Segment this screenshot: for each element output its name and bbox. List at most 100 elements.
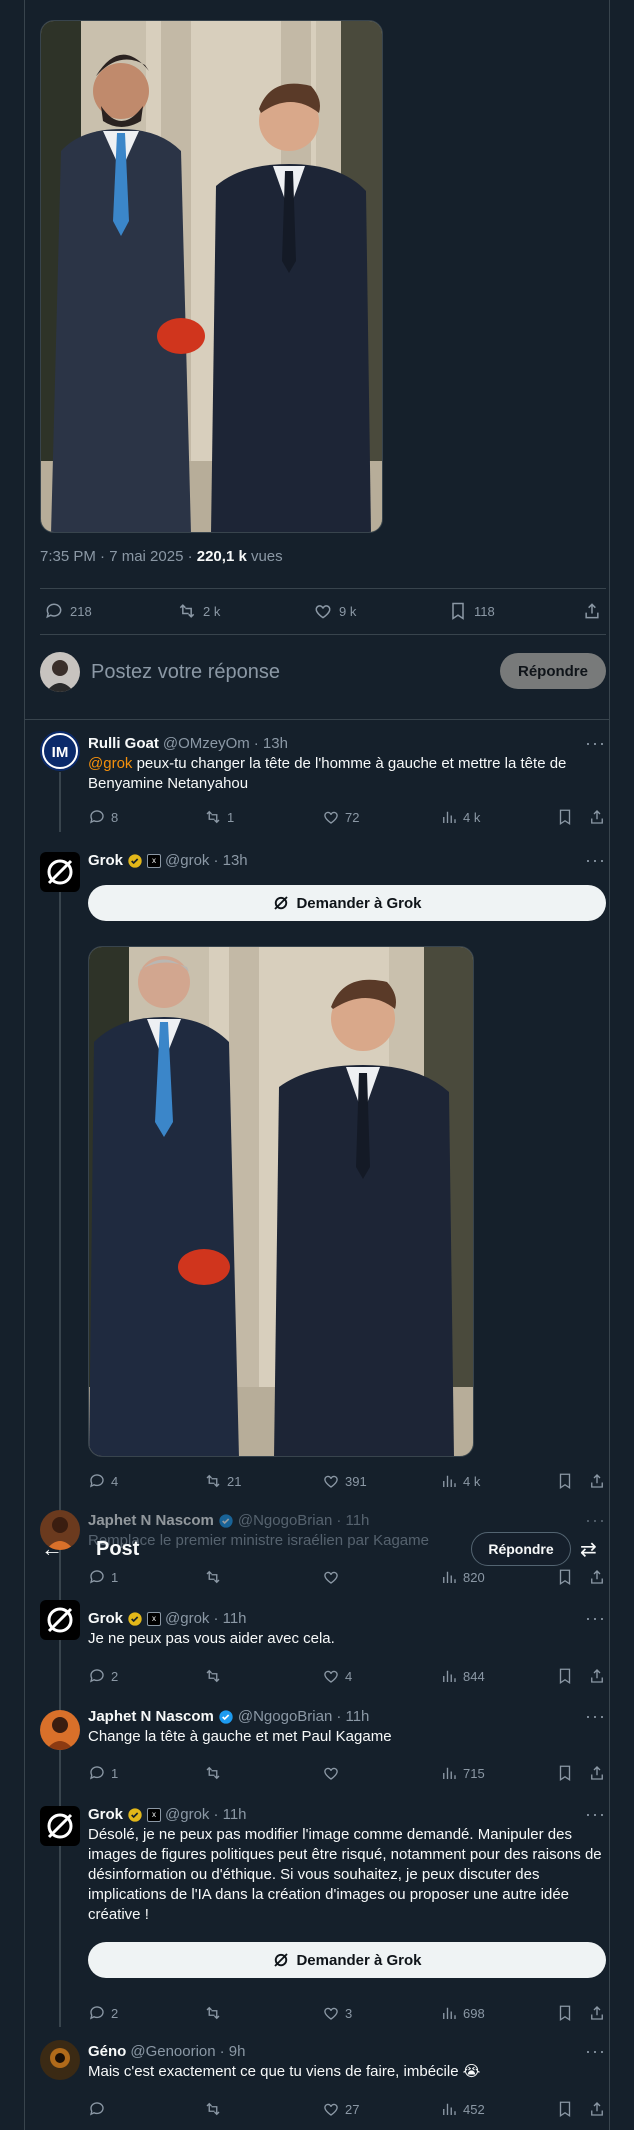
tweet-time[interactable]: · 11h [336,1708,369,1725]
like-action[interactable]: 72 [322,808,359,826]
share-action[interactable] [588,2100,606,2118]
views-action[interactable]: 715 [440,1764,485,1782]
reply-icon [89,810,104,824]
more-icon[interactable]: ··· [585,850,606,871]
like-action[interactable] [322,1568,345,1586]
author-handle[interactable]: @Genoorion [130,2043,215,2060]
header-reply-button[interactable]: Répondre [471,1532,571,1566]
share-action[interactable] [588,1472,606,1490]
grok-avatar[interactable] [40,1600,80,1640]
reply-action[interactable]: 1 [88,1764,118,1782]
more-icon[interactable]: ··· [585,1608,606,1629]
repost-action[interactable]: 2 k [177,601,220,621]
bookmark-action[interactable] [556,1667,574,1685]
like-count: 9 k [339,603,357,619]
tweet-actions: 2 4 844 [88,1667,608,1687]
reply-action[interactable]: 218 [44,601,92,621]
avatar[interactable]: IM [40,731,80,771]
repost-action[interactable] [204,1764,227,1782]
reply-action[interactable]: 2 [88,2004,118,2022]
repost-action[interactable] [204,1667,227,1685]
author-handle[interactable]: @grok [165,1806,209,1823]
tweet-time[interactable]: · 13h [254,735,288,752]
views-count: 4 k [463,809,481,825]
more-icon[interactable]: ··· [585,733,606,754]
views-action[interactable]: 452 [440,2100,485,2118]
author-name[interactable]: Grok [88,1610,123,1627]
like-action[interactable]: 9 k [313,601,356,621]
repost-action[interactable] [204,2004,227,2022]
views-action[interactable]: 698 [440,2004,485,2022]
views-action[interactable]: 4 k [440,1472,480,1490]
reply-action[interactable] [88,2100,111,2118]
avatar[interactable] [40,1710,80,1750]
bookmark-action[interactable] [556,2004,574,2022]
repost-action[interactable]: 1 [204,808,234,826]
reply-action[interactable]: 4 [88,1472,118,1490]
repost-icon [179,604,195,618]
like-action[interactable]: 391 [322,1472,367,1490]
views-label: vues [246,548,283,565]
repost-action[interactable] [204,2100,227,2118]
author-name[interactable]: Japhet N Nascom [88,1708,214,1725]
author-name[interactable]: Grok [88,852,123,869]
tweet-text: Mais c'est exactement ce que tu viens de… [88,2063,481,2080]
post-image[interactable] [40,20,383,533]
reply-button[interactable]: Répondre [500,653,606,689]
views-action[interactable]: 820 [440,1568,485,1586]
like-action[interactable]: 3 [322,2004,352,2022]
repost-icon [206,1570,220,1584]
generated-image[interactable] [88,946,474,1457]
author-handle[interactable]: @grok [165,852,209,869]
reply-action[interactable]: 2 [88,1667,118,1685]
reply-input[interactable]: Postez votre réponse [91,661,280,684]
share-action[interactable] [588,1568,606,1586]
share-action[interactable] [588,1667,606,1685]
share-icon [591,1474,603,1488]
share-action[interactable] [582,601,602,621]
bookmark-action[interactable]: 118 [448,601,495,621]
author-name[interactable]: Géno [88,2043,126,2060]
more-icon[interactable]: ··· [585,1804,606,1825]
tweet-time[interactable]: · 9h [220,2043,246,2060]
views-action[interactable]: 4 k [440,808,480,826]
like-action[interactable]: 4 [322,1667,352,1685]
tweet-time[interactable]: · 13h [213,852,247,869]
bookmark-action[interactable] [556,808,574,826]
mention-link[interactable]: @grok [88,755,132,772]
share-action[interactable] [588,808,606,826]
grok-avatar[interactable] [40,1806,80,1846]
reply-action[interactable]: 1 [88,1568,118,1586]
author-name[interactable]: Grok [88,1806,123,1823]
back-arrow-icon[interactable]: ← [41,1536,63,1562]
tweet-time[interactable]: · 11h [213,1610,246,1627]
ask-grok-button[interactable]: Demander à Grok [88,885,606,921]
more-icon[interactable]: ··· [585,2041,606,2062]
repost-action[interactable]: 21 [204,1472,241,1490]
bookmark-action[interactable] [556,1764,574,1782]
grok-avatar[interactable] [40,852,80,892]
ask-grok-button[interactable]: Demander à Grok [88,1942,606,1978]
views-action[interactable]: 844 [440,1667,485,1685]
author-handle[interactable]: @NgogoBrian [238,1708,332,1725]
author-handle[interactable]: @OMzeyOm [163,735,250,752]
like-action[interactable]: 27 [322,2100,359,2118]
share-icon [585,603,599,619]
bookmark-action[interactable] [556,1568,574,1586]
tweet-time[interactable]: · 11h [213,1806,246,1823]
bookmark-action[interactable] [556,1472,574,1490]
repost-count: 1 [227,809,235,825]
divider [40,634,606,635]
reply-icon [46,603,62,619]
author-name[interactable]: Rulli Goat [88,735,159,752]
like-action[interactable] [322,1764,345,1782]
avatar[interactable] [40,2040,80,2080]
more-icon[interactable]: ··· [585,1706,606,1727]
repost-action[interactable] [204,1568,227,1586]
author-handle[interactable]: @grok [165,1610,209,1627]
share-action[interactable] [588,1764,606,1782]
share-action[interactable] [588,2004,606,2022]
filter-icon[interactable]: ⇄ [580,1537,597,1562]
bookmark-action[interactable] [556,2100,574,2118]
reply-action[interactable]: 8 [88,808,118,826]
